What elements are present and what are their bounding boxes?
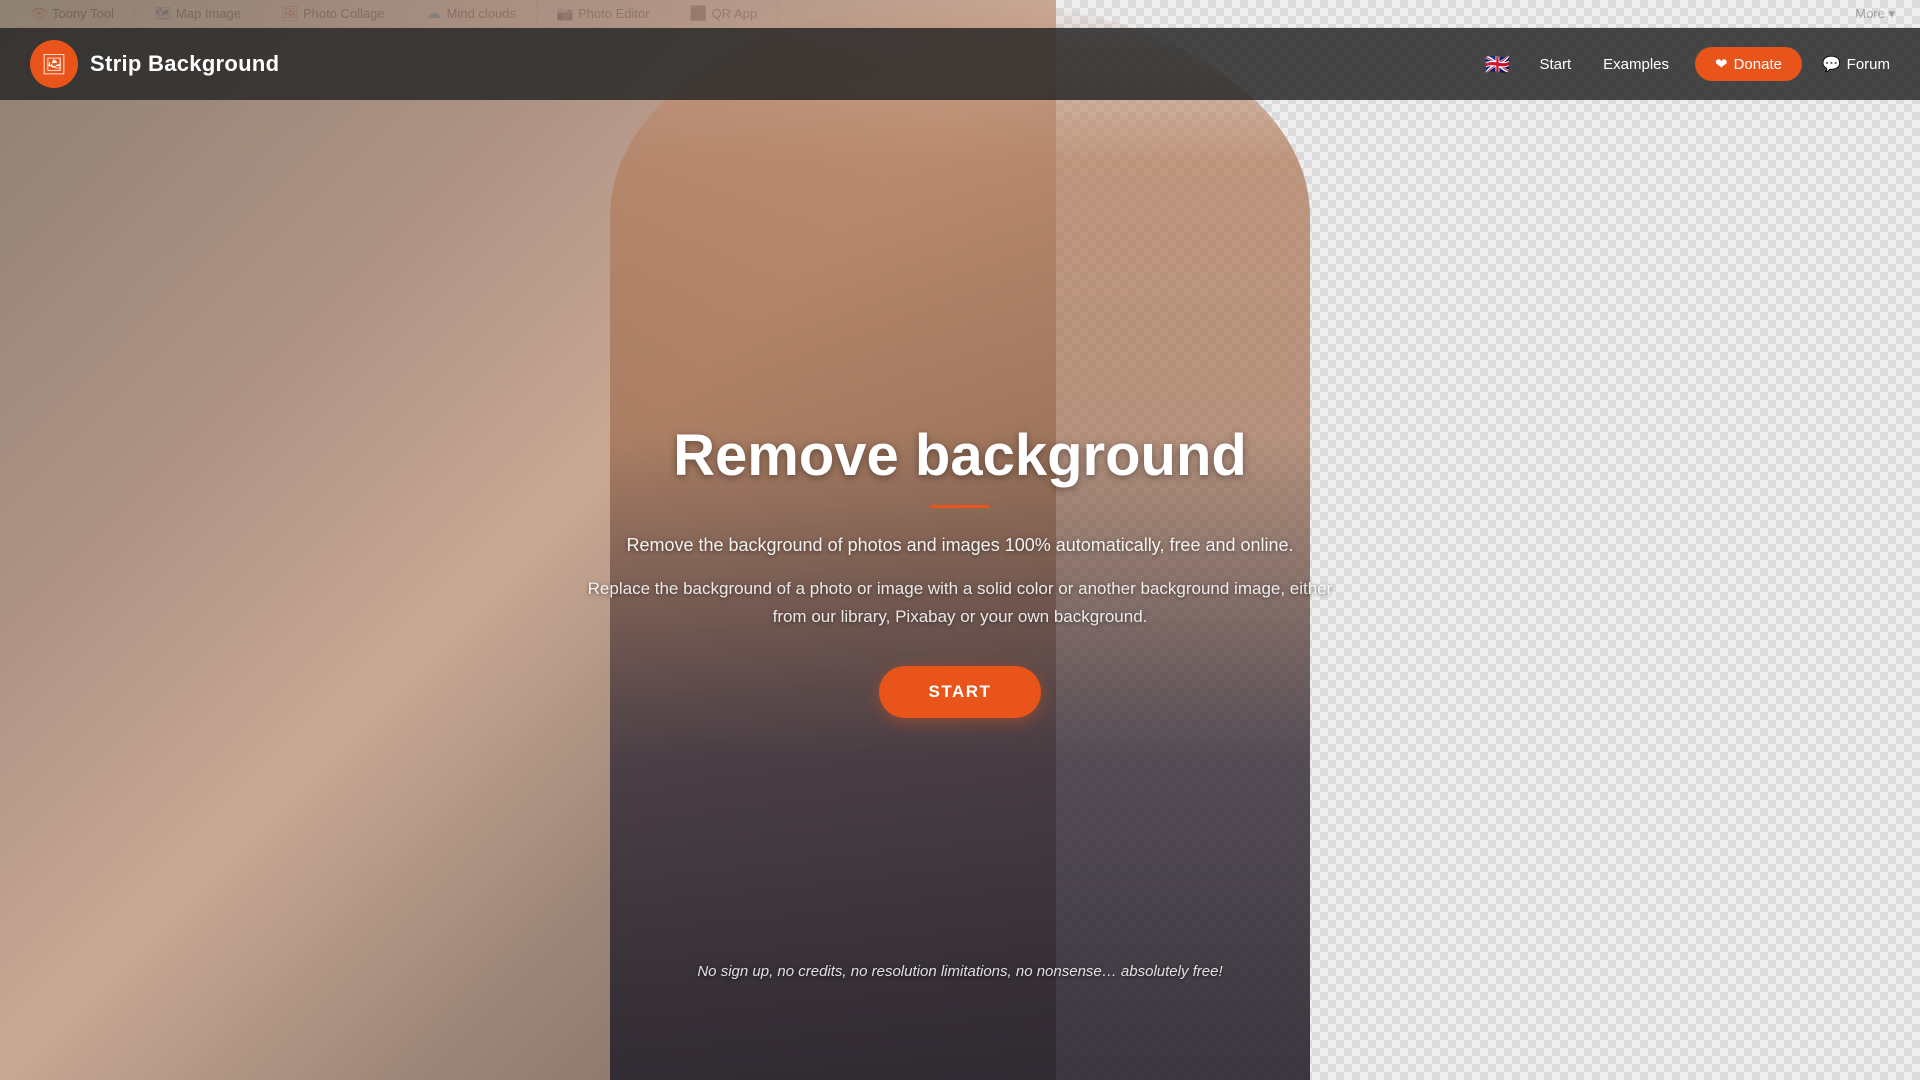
forum-label: Forum	[1847, 56, 1890, 73]
hero-footnote: No sign up, no credits, no resolution li…	[697, 963, 1222, 980]
hero-section: 🖼 Strip Background 🇬🇧 Start Examples ❤ D…	[0, 0, 1920, 1080]
hero-description: Replace the background of a photo or ima…	[580, 575, 1340, 629]
donate-button[interactable]: ❤ Donate	[1695, 47, 1802, 81]
hero-title: Remove background	[580, 422, 1340, 489]
header-right-nav: 🇬🇧 Start Examples ❤ Donate 💬 Forum	[1481, 47, 1890, 81]
hero-divider	[930, 505, 990, 508]
start-button[interactable]: START	[879, 666, 1042, 718]
forum-chat-icon: 💬	[1822, 55, 1841, 73]
hero-content: Remove background Remove the background …	[580, 422, 1340, 717]
logo-icon: 🖼	[30, 40, 78, 88]
language-flag-icon[interactable]: 🇬🇧	[1481, 54, 1513, 74]
main-header: 🖼 Strip Background 🇬🇧 Start Examples ❤ D…	[0, 28, 1920, 100]
donate-heart-icon: ❤	[1715, 55, 1728, 73]
logo-text: Strip Background	[90, 51, 279, 77]
forum-link[interactable]: 💬 Forum	[1822, 55, 1890, 73]
donate-label: Donate	[1734, 56, 1782, 73]
start-link[interactable]: Start	[1533, 52, 1577, 77]
examples-link[interactable]: Examples	[1597, 52, 1675, 77]
logo-area: 🖼 Strip Background	[30, 40, 279, 88]
hero-subtitle: Remove the background of photos and imag…	[580, 532, 1340, 559]
